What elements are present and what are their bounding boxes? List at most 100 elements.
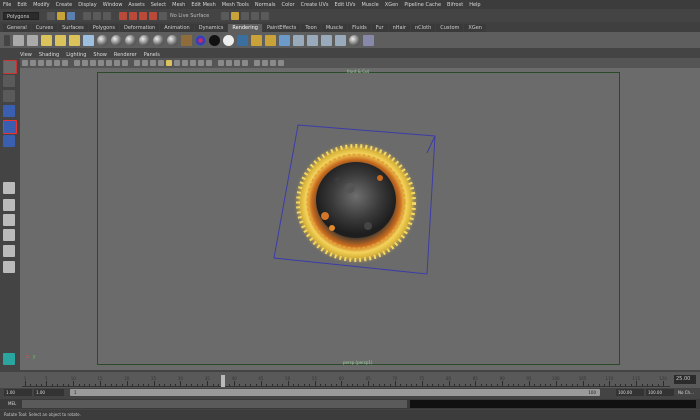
tab-rendering[interactable]: Rendering — [228, 24, 262, 32]
render-view-shelf-icon[interactable] — [251, 34, 262, 46]
menu-create-uvs[interactable]: Create UVs — [301, 2, 329, 8]
surface-shader-icon[interactable] — [209, 34, 220, 46]
motion-blur-icon[interactable] — [190, 60, 196, 66]
anisotropic-material-icon[interactable] — [167, 34, 178, 46]
render-view-icon[interactable] — [231, 11, 240, 20]
ipr-render-icon[interactable] — [251, 11, 260, 20]
gate-mask-icon[interactable] — [98, 60, 104, 66]
xray-joints-icon[interactable] — [234, 60, 240, 66]
layered-shader-icon[interactable] — [181, 34, 192, 46]
panel-menu-panels[interactable]: Panels — [144, 52, 160, 58]
menu-mesh-tools[interactable]: Mesh Tools — [222, 2, 249, 8]
paint-select-tool-icon[interactable] — [3, 90, 15, 102]
area-light-icon[interactable] — [97, 34, 108, 46]
mia-material-icon[interactable] — [349, 34, 360, 46]
ambient-light-icon[interactable] — [41, 34, 52, 46]
save-scene-icon[interactable] — [67, 11, 75, 20]
character-set-field[interactable]: No Ch... — [678, 388, 694, 397]
screen-space-ao-icon[interactable] — [182, 60, 188, 66]
tab-toon[interactable]: Toon — [301, 24, 321, 32]
menu-help[interactable]: Help — [469, 2, 480, 8]
two-d-pan-zoom-icon[interactable] — [54, 60, 60, 66]
mental-ray-icon[interactable] — [335, 34, 346, 46]
smooth-shade-icon[interactable] — [142, 60, 148, 66]
mel-label[interactable]: MEL — [8, 399, 16, 409]
panel-menu-lighting[interactable]: Lighting — [66, 52, 86, 58]
menu-file[interactable]: File — [3, 2, 11, 8]
playback-range-bar[interactable]: 1 100 — [70, 389, 600, 396]
use-all-lights-icon[interactable] — [166, 60, 172, 66]
hypershade-icon[interactable] — [237, 34, 248, 46]
phong-material-icon[interactable] — [139, 34, 150, 46]
menu-window[interactable]: Window — [103, 2, 123, 8]
time-slider[interactable]: 1 5 10 15 20 25 30 35 40 45 50 55 60 65 70 75 80 85 90 95 10… — [0, 372, 700, 388]
wireframe-on-shaded-icon[interactable] — [150, 60, 156, 66]
menu-display[interactable]: Display — [78, 2, 96, 8]
layout-persp-graph-icon[interactable] — [3, 245, 15, 257]
safe-title-icon[interactable] — [122, 60, 128, 66]
batch-render-icon[interactable] — [307, 34, 318, 46]
menu-select[interactable]: Select — [151, 2, 166, 8]
tab-xgen[interactable]: XGen — [464, 24, 486, 32]
shelf-menu-icon[interactable] — [4, 34, 10, 46]
snap-to-grid-icon[interactable] — [119, 11, 127, 20]
tab-painteffects[interactable]: PaintEffects — [262, 24, 301, 32]
depth-of-field-icon[interactable] — [206, 60, 212, 66]
layout-single-pane-icon[interactable] — [3, 182, 15, 194]
perspective-viewport[interactable]: front & Cut persp (persp1) x y — [20, 68, 700, 370]
camera-aim-icon[interactable] — [27, 34, 38, 46]
use-background-icon[interactable] — [223, 34, 234, 46]
menu-set-dropdown[interactable]: Polygons — [3, 11, 39, 20]
outliner-icon[interactable] — [3, 353, 15, 365]
render-settings-shelf-icon[interactable] — [293, 34, 304, 46]
backface-culling-icon[interactable] — [242, 60, 248, 66]
move-tool-icon[interactable] — [3, 105, 15, 117]
ramp-shader-icon[interactable] — [195, 34, 206, 46]
current-frame-field[interactable]: 25.00 — [674, 375, 696, 384]
scale-tool-icon[interactable] — [3, 135, 15, 147]
lambert-material-icon[interactable] — [111, 34, 122, 46]
tab-polygons[interactable]: Polygons — [88, 24, 119, 32]
playhead[interactable] — [221, 375, 226, 387]
film-gate-icon[interactable] — [82, 60, 88, 66]
start-time-field[interactable]: 1.00 — [6, 388, 15, 397]
render-icon[interactable] — [265, 34, 276, 46]
lasso-tool-icon[interactable] — [3, 75, 15, 87]
menu-edit-uvs[interactable]: Edit UVs — [334, 2, 355, 8]
panel-menu-shading[interactable]: Shading — [39, 52, 59, 58]
render-current-frame-icon[interactable] — [241, 11, 250, 20]
time-ruler[interactable]: 1 5 10 15 20 25 30 35 40 45 50 55 60 65 70 75 80 85 90 95 10… — [22, 374, 670, 387]
playback-start-field[interactable]: 1.00 — [36, 388, 45, 397]
color-management-icon[interactable] — [254, 60, 260, 66]
render-layer-icon[interactable] — [321, 34, 332, 46]
menu-edit[interactable]: Edit — [17, 2, 27, 8]
blinn-material-icon[interactable] — [125, 34, 136, 46]
grid-toggle-icon[interactable] — [74, 60, 80, 66]
exposure-icon[interactable] — [270, 60, 276, 66]
view-transform-icon[interactable] — [278, 60, 284, 66]
panel-menu-show[interactable]: Show — [93, 52, 107, 58]
tab-general[interactable]: General — [3, 24, 31, 32]
menu-edit-mesh[interactable]: Edit Mesh — [191, 2, 215, 8]
layout-two-pane-icon[interactable] — [3, 214, 15, 226]
layout-four-pane-icon[interactable] — [3, 199, 15, 211]
isolate-select-icon[interactable] — [218, 60, 224, 66]
grease-pencil-icon[interactable] — [62, 60, 68, 66]
bookmarks-icon[interactable] — [38, 60, 44, 66]
tab-deformation[interactable]: Deformation — [120, 24, 160, 32]
multisample-aa-icon[interactable] — [198, 60, 204, 66]
select-by-component-icon[interactable] — [103, 11, 111, 20]
tab-custom[interactable]: Custom — [436, 24, 464, 32]
ipr-icon[interactable] — [279, 34, 290, 46]
spot-light-icon[interactable] — [83, 34, 94, 46]
playback-end-field[interactable]: 100.00 — [618, 388, 632, 397]
panel-menu-view[interactable]: View — [20, 52, 32, 58]
tab-nhair[interactable]: nHair — [388, 24, 410, 32]
menu-modify[interactable]: Modify — [33, 2, 50, 8]
menu-muscle[interactable]: Muscle — [361, 2, 378, 8]
new-scene-icon[interactable] — [47, 11, 55, 20]
tab-dynamics[interactable]: Dynamics — [194, 24, 228, 32]
camera-attributes-icon[interactable] — [30, 60, 36, 66]
textured-icon[interactable] — [158, 60, 164, 66]
image-plane-icon[interactable] — [46, 60, 52, 66]
